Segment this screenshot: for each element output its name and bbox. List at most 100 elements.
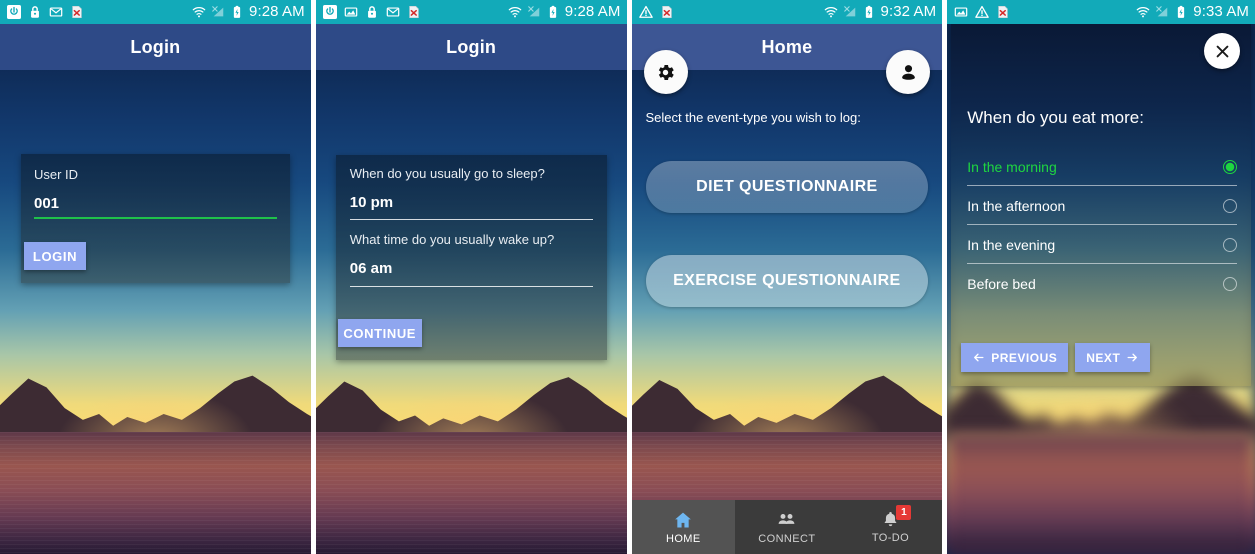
screenshot-strip: 9:28 AM Login User ID 001 LOGIN 9:28 AM … [0, 0, 1255, 554]
status-clock: 9:32 AM [880, 3, 937, 20]
power-icon [322, 5, 337, 19]
mail-icon [386, 7, 400, 17]
option-before-bed[interactable]: Before bed [967, 264, 1238, 303]
status-left-icons [954, 5, 1010, 19]
wifi-icon [824, 7, 837, 18]
dialog-question: When do you eat more: [967, 108, 1144, 127]
nav-item-connect[interactable]: CONNECT [735, 500, 839, 554]
battery-charging-icon [865, 5, 872, 18]
status-left-icons [7, 5, 84, 19]
todo-badge: 1 [896, 505, 912, 520]
nav-item-todo[interactable]: 1 TO-DO [839, 500, 943, 554]
option-in-the-evening[interactable]: In the evening [967, 225, 1238, 264]
status-left-icons [322, 5, 421, 19]
status-right-icons: 9:33 AM [1136, 4, 1249, 20]
radio-button-selected[interactable] [1223, 159, 1238, 174]
wifi-icon [508, 7, 522, 18]
wake-underline [349, 286, 593, 287]
previous-label: PREVIOUS [991, 350, 1058, 365]
status-right-icons: 9:28 AM [192, 4, 305, 20]
wifi-icon [192, 7, 206, 18]
status-bar: 9:28 AM [315, 0, 627, 24]
people-icon [778, 513, 795, 524]
status-bar: 9:32 AM [631, 0, 943, 24]
sleep-question-label: When do you usually go to sleep? [349, 166, 545, 181]
error-document-icon [998, 5, 1008, 19]
image-icon [954, 7, 968, 17]
arrow-right-icon [1127, 353, 1138, 362]
signal-no-service-icon [843, 6, 855, 17]
sleep-underline [349, 219, 593, 220]
sleep-questions-card: When do you usually go to sleep? 10 pm W… [335, 155, 607, 360]
account-icon [901, 64, 915, 80]
close-dialog-button[interactable] [1204, 33, 1241, 69]
radio-button[interactable] [1223, 198, 1238, 213]
diet-questionnaire-button[interactable]: DIET QUESTIONNAIRE [645, 161, 929, 213]
battery-charging-icon [1178, 5, 1185, 18]
battery-charging-icon [549, 5, 556, 18]
wifi-icon [1136, 7, 1150, 18]
app-bar: Login [315, 24, 627, 70]
status-clock: 9:28 AM [249, 3, 305, 20]
home-icon [675, 512, 692, 527]
gear-icon [658, 64, 674, 80]
status-right-icons: 9:28 AM [508, 4, 621, 20]
option-label: In the morning [967, 158, 1057, 175]
screen-sleep-questions: 9:28 AM Login When do you usually go to … [315, 0, 627, 554]
home-subtitle: Select the event-type you wish to log: [645, 110, 861, 125]
lock-icon [31, 6, 39, 18]
settings-button[interactable] [643, 50, 688, 94]
status-right-icons: 9:32 AM [824, 4, 937, 20]
page-title: Login [446, 36, 497, 57]
option-in-the-morning[interactable]: In the morning [967, 147, 1238, 186]
login-button[interactable]: LOGIN [24, 242, 86, 270]
error-document-icon [409, 5, 419, 19]
signal-no-service-icon [1156, 6, 1168, 17]
image-icon [344, 7, 358, 17]
status-clock: 9:33 AM [1193, 3, 1250, 20]
status-bar: 9:28 AM [0, 0, 311, 24]
next-button[interactable]: NEXT [1075, 343, 1151, 372]
sleep-time-input[interactable]: 10 pm [350, 194, 393, 211]
next-label: NEXT [1086, 350, 1121, 365]
power-icon [7, 5, 21, 19]
dialog-actions: PREVIOUS NEXT [961, 343, 1151, 372]
nav-label-todo: TO-DO [871, 532, 910, 544]
user-id-input[interactable]: 001 [34, 195, 59, 212]
app-bar: Login [0, 24, 311, 70]
signal-no-service-icon [212, 6, 224, 17]
wake-question-label: What time do you usually wake up? [349, 232, 555, 247]
warning-icon [975, 5, 990, 18]
radio-button[interactable] [1223, 276, 1238, 291]
login-card: User ID 001 LOGIN [21, 154, 290, 283]
signal-no-service-icon [527, 6, 540, 17]
close-icon [1216, 45, 1228, 57]
status-bar: 9:33 AM [947, 0, 1255, 24]
question-dialog: When do you eat more: In the morning In … [951, 24, 1252, 386]
mail-icon [49, 7, 63, 17]
error-document-icon [661, 5, 672, 19]
screen-diet-question: 9:33 AM When do you eat more: In the mor… [947, 0, 1255, 554]
nav-item-home[interactable]: HOME [631, 500, 736, 554]
user-id-underline [34, 217, 277, 219]
radio-button[interactable] [1223, 237, 1238, 252]
status-clock: 9:28 AM [564, 3, 621, 20]
option-label: In the evening [967, 236, 1056, 253]
option-in-the-afternoon[interactable]: In the afternoon [967, 186, 1238, 225]
status-left-icons [638, 5, 674, 19]
nav-label-home: HOME [665, 532, 701, 545]
option-label: In the afternoon [967, 197, 1066, 214]
battery-charging-icon [233, 5, 241, 18]
continue-button[interactable]: CONTINUE [337, 319, 422, 347]
arrow-left-icon [974, 353, 984, 362]
warning-icon [638, 5, 653, 18]
profile-button[interactable] [886, 50, 931, 94]
page-title: Home [761, 36, 813, 57]
nav-label-connect: CONNECT [758, 533, 816, 545]
wake-time-input[interactable]: 06 am [350, 260, 393, 277]
screen-login: 9:28 AM Login User ID 001 LOGIN [0, 0, 311, 554]
exercise-questionnaire-button[interactable]: EXERCISE QUESTIONNAIRE [645, 255, 929, 307]
screen-home: 9:32 AM Home Select the event-type you w… [631, 0, 943, 554]
previous-button[interactable]: PREVIOUS [961, 343, 1069, 372]
page-title: Login [130, 36, 181, 57]
